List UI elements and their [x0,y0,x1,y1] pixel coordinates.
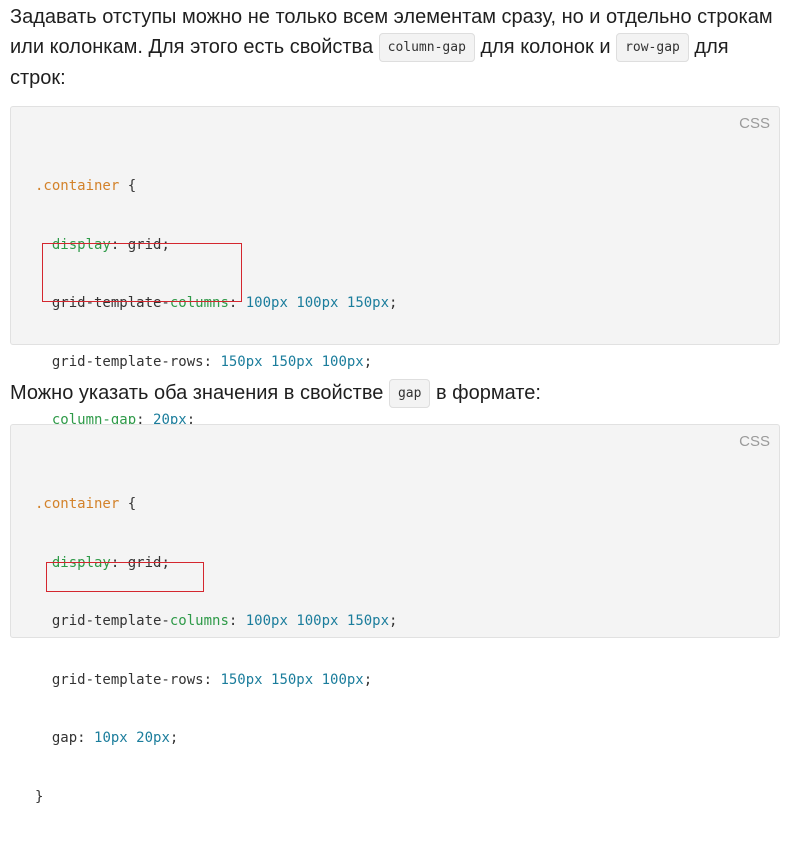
middle-text: Можно указать оба значения в свойстве [10,382,389,404]
code-content: .container { display: grid; grid-templat… [35,459,397,842]
code-line: gap: 10px 20px; [51,730,179,746]
code-line: .container { [35,496,137,512]
highlight-box [46,562,204,592]
code-block-2[interactable]: CSS .container { display: grid; grid-tem… [10,424,780,805]
intro-paragraph: Задавать отступы можно не только всем эл… [10,2,782,93]
code-line: grid-template-rows: 150px 150px 100px; [51,671,373,688]
code-block-1[interactable]: CSS .container { display: grid; grid-tem… [10,106,780,545]
code-language-label: CSS [739,433,770,450]
highlight-box [42,243,242,302]
inline-code-gap: gap [388,379,431,408]
code-language-label: CSS [739,115,770,132]
inline-code-column-gap: column-gap [378,33,475,62]
code-line: .container { [35,178,137,194]
middle-paragraph: Можно указать оба значения в свойстве ga… [10,378,782,409]
code-line: } [35,788,44,805]
inline-code-row-gap: row-gap [616,33,689,62]
middle-text-end: в формате: [430,382,541,404]
code-line: grid-template-columns: 100px 100px 150px… [51,613,398,629]
intro-text-mid: для колонок и [474,36,617,58]
code-line: grid-template-rows: 150px 150px 100px; [51,353,373,370]
